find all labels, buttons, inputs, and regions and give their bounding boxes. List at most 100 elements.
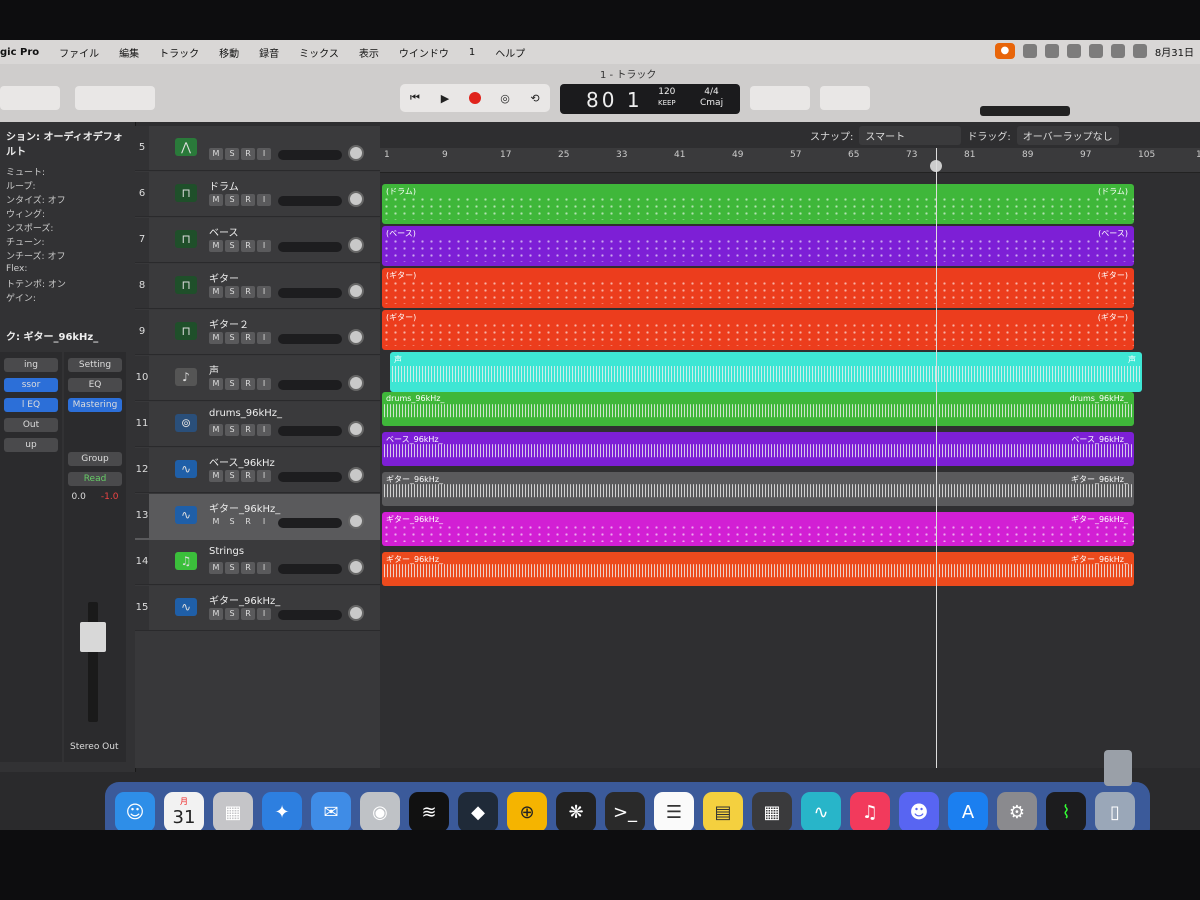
eq-slot[interactable]: EQ [68, 378, 122, 392]
track-header[interactable]: 10 ♪ 声 M S R I [135, 356, 380, 401]
midi-region[interactable]: (ギター) (ギター) [382, 268, 1134, 308]
pan-knob[interactable] [348, 513, 364, 529]
mute-button[interactable]: M [209, 240, 223, 252]
battery-icon[interactable] [1132, 44, 1147, 58]
track-volume-slider[interactable] [278, 380, 342, 390]
track-header[interactable]: 9 ⊓ ギター２ M S R I [135, 310, 380, 355]
input-monitor-button[interactable]: I [257, 194, 271, 206]
record-enable-button[interactable]: R [241, 148, 255, 160]
inspector-row[interactable]: ミュート: [0, 164, 135, 178]
record-enable-button[interactable]: R [241, 194, 255, 206]
mute-button[interactable]: M [209, 562, 223, 574]
activity-monitor-icon[interactable]: ⌇ [1046, 792, 1086, 830]
input-monitor-button[interactable]: I [257, 286, 271, 298]
notes-icon[interactable]: ▤ [703, 792, 743, 830]
launchpad-icon[interactable]: ▦ [213, 792, 253, 830]
menu-file[interactable]: ファイル [59, 45, 99, 60]
inspector-row[interactable]: ンチーズ: オフ [0, 248, 135, 262]
record-enable-button[interactable]: R [241, 286, 255, 298]
status-icon[interactable] [1022, 44, 1037, 58]
menu-1[interactable]: 1 [469, 47, 475, 58]
plugin-slot[interactable]: l EQ [4, 398, 58, 412]
track-header[interactable]: 5 ⋀ M S R I [135, 126, 380, 171]
solo-button[interactable]: S [225, 562, 239, 574]
pan-knob[interactable] [348, 467, 364, 483]
mute-button[interactable]: M [209, 286, 223, 298]
audio-region[interactable]: ギター_96kHz_ ギター_96kHz_ [382, 552, 1134, 586]
trash-icon[interactable] [1104, 750, 1132, 786]
mute-button[interactable]: M [209, 424, 223, 436]
mute-button[interactable]: M [209, 148, 223, 160]
snap-select[interactable]: スマート [859, 126, 962, 145]
status-icon[interactable] [1066, 44, 1081, 58]
arrange-area[interactable]: 1 9 17 25 33 41 49 57 65 73 81 89 97 105 113 (ドラム)(ドラム… [380, 148, 1200, 768]
input-monitor-button[interactable]: I [257, 516, 271, 528]
mute-button[interactable]: M [209, 378, 223, 390]
pan-knob[interactable] [348, 421, 364, 437]
pan-knob[interactable] [348, 145, 364, 161]
track-volume-slider[interactable] [278, 472, 342, 482]
record-enable-button[interactable]: R [241, 608, 255, 620]
record-enable-button[interactable]: R [241, 240, 255, 252]
track-name[interactable]: ギター [209, 270, 239, 285]
menu-edit[interactable]: 編集 [119, 45, 139, 60]
plugin-slot[interactable]: ssor [4, 378, 58, 392]
pan-knob[interactable] [348, 329, 364, 345]
track-volume-slider[interactable] [278, 610, 342, 620]
inspector-row[interactable]: Flex: [0, 262, 135, 276]
pan-knob[interactable] [348, 191, 364, 207]
track-name[interactable]: ギター_96kHz_ [209, 592, 280, 607]
record-enable-button[interactable]: R [241, 562, 255, 574]
setting-button[interactable]: Setting [68, 358, 122, 372]
discord-icon[interactable]: ☻ [899, 792, 939, 830]
unlock-icon[interactable]: ⊕ [507, 792, 547, 830]
drag-select[interactable]: オーバーラップなし [1016, 126, 1119, 145]
menubar-clock[interactable]: 8月31日 [1155, 44, 1194, 59]
plugin-slot-mastering[interactable]: Mastering [68, 398, 122, 412]
midi-region[interactable]: ギター_96kHz_ ギター_96kHz_ [382, 512, 1134, 546]
record-enable-button[interactable]: R [241, 332, 255, 344]
inspector-row[interactable]: ループ: [0, 178, 135, 192]
audio-region[interactable]: ベース_96kHz_ ベース_96kHz_ [382, 432, 1134, 466]
menu-mix[interactable]: ミックス [299, 45, 339, 60]
solo-button[interactable]: S [225, 424, 239, 436]
menu-record[interactable]: 録音 [259, 45, 279, 60]
track-volume-slider[interactable] [278, 518, 342, 528]
input-monitor-button[interactable]: I [257, 332, 271, 344]
track-name[interactable]: Strings [209, 546, 244, 557]
system-settings-icon[interactable]: ⚙ [997, 792, 1037, 830]
track-header[interactable]: 6 ⊓ ドラム M S R I [135, 172, 380, 217]
output-slot[interactable]: Out [4, 418, 58, 432]
menu-window[interactable]: ウインドウ [399, 45, 449, 60]
solo-button[interactable]: S [225, 148, 239, 160]
audio-region[interactable]: drums_96kHz_ drums_96kHz_ [382, 392, 1134, 426]
terminal-icon[interactable]: >_ [605, 792, 645, 830]
mute-button[interactable]: M [209, 194, 223, 206]
automation-mode[interactable]: Read [68, 472, 122, 486]
preview-icon[interactable]: ▯ [1095, 792, 1135, 830]
track-header[interactable]: 13 ∿ ギター_96kHz_ M S R I [135, 494, 392, 543]
track-volume-slider[interactable] [278, 334, 342, 344]
play-button[interactable]: ▶ [438, 91, 452, 105]
music-icon[interactable]: ♫ [850, 792, 890, 830]
track-volume-slider[interactable] [278, 150, 342, 160]
wifi-icon[interactable] [1110, 44, 1125, 58]
audio-region[interactable]: ギター_96kHz_ ギター_96kHz_ [382, 472, 1134, 506]
menu-help[interactable]: ヘルプ [495, 45, 525, 60]
group-slot[interactable]: Group [68, 452, 122, 466]
solo-button[interactable]: S [225, 194, 239, 206]
track-volume-slider[interactable] [278, 426, 342, 436]
input-monitor-button[interactable]: I [257, 378, 271, 390]
solo-button[interactable]: S [225, 516, 239, 528]
menu-navigate[interactable]: 移動 [219, 45, 239, 60]
mute-button[interactable]: M [209, 516, 223, 528]
track-name[interactable]: 声 [209, 362, 219, 377]
pan-knob[interactable] [348, 237, 364, 253]
track-name[interactable]: ドラム [209, 178, 239, 193]
inspector-row[interactable]: ンタイズ: オフ [0, 192, 135, 206]
logic-pro-icon[interactable]: ◉ [360, 792, 400, 830]
setting-button[interactable]: ing [4, 358, 58, 372]
track-header[interactable]: 14 ♫ Strings M S R I [135, 540, 380, 585]
count-in-buttons[interactable] [820, 86, 870, 110]
track-name[interactable]: drums_96kHz_ [209, 408, 282, 419]
